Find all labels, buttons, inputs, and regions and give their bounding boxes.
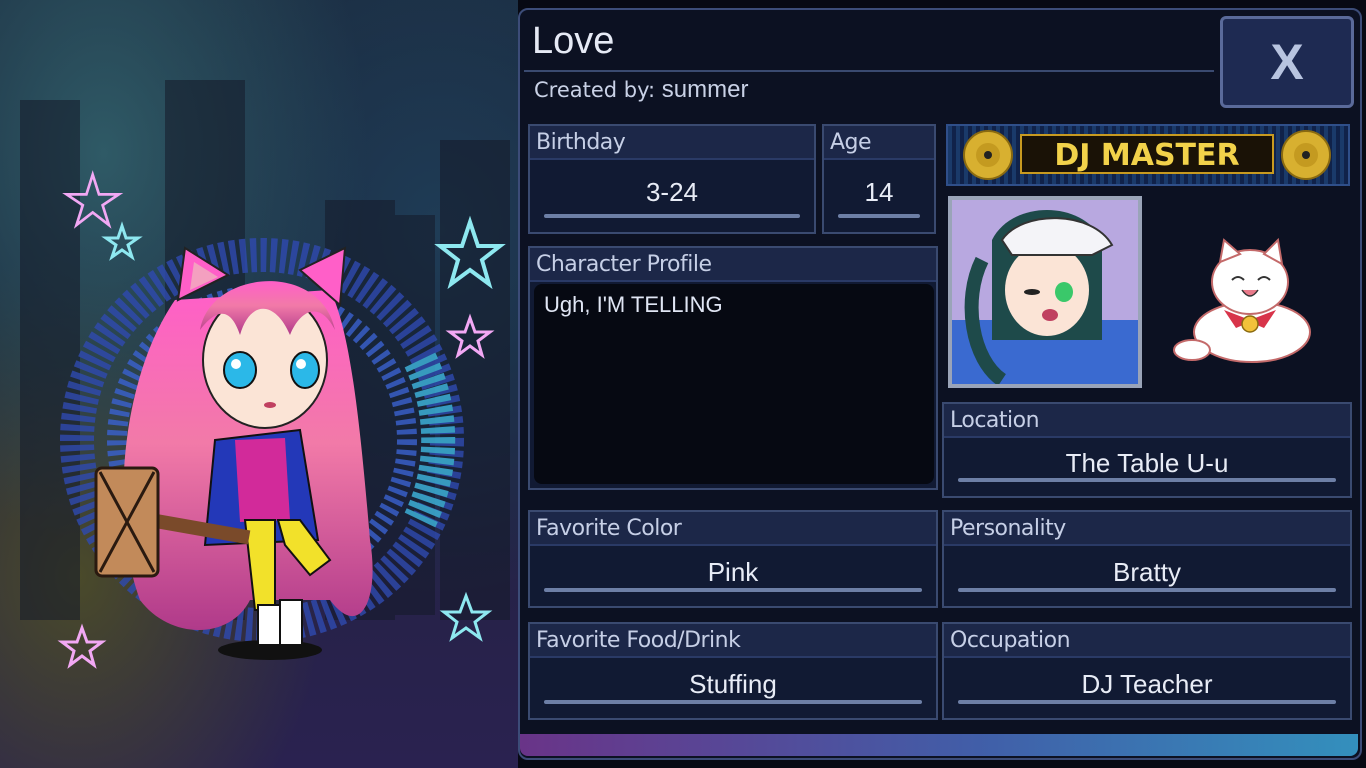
location-field[interactable]: Location The Table U-u bbox=[942, 402, 1352, 498]
favorite-color-label: Favorite Color bbox=[530, 512, 936, 546]
age-underline bbox=[838, 214, 920, 218]
favorite-food-underline bbox=[544, 700, 922, 704]
created-by-label: Created by: bbox=[534, 78, 656, 102]
star-icon bbox=[57, 623, 107, 669]
star-icon bbox=[434, 215, 506, 290]
panel-footer-bar bbox=[520, 734, 1358, 756]
age-value: 14 bbox=[864, 176, 894, 207]
character-portrait bbox=[948, 196, 1142, 388]
occupation-label: Occupation bbox=[944, 624, 1350, 658]
star-icon bbox=[62, 170, 124, 229]
title-underline bbox=[524, 70, 1214, 72]
star-icon bbox=[101, 221, 143, 261]
favorite-food-label: Favorite Food/Drink bbox=[530, 624, 936, 658]
close-icon: X bbox=[1270, 34, 1304, 90]
character-scene bbox=[0, 0, 518, 768]
created-by-value: summer bbox=[661, 76, 749, 103]
cat-mascot-icon bbox=[1173, 237, 1311, 363]
character-profile-label: Character Profile bbox=[530, 248, 936, 282]
birthday-field[interactable]: Birthday 3-24 bbox=[528, 124, 816, 234]
star-icon bbox=[439, 591, 493, 642]
location-underline bbox=[958, 478, 1336, 482]
favorite-food-field[interactable]: Favorite Food/Drink Stuffing bbox=[528, 622, 938, 720]
vinyl-record-icon bbox=[1281, 130, 1331, 180]
character-profile-text[interactable]: Ugh, I'M TELLING bbox=[534, 284, 934, 484]
personality-underline bbox=[958, 588, 1336, 592]
dj-master-text: DJ MASTER bbox=[1020, 134, 1274, 174]
birthday-label: Birthday bbox=[530, 126, 814, 160]
dj-master-badge: DJ MASTER bbox=[946, 124, 1350, 186]
age-label: Age bbox=[824, 126, 934, 160]
personality-field[interactable]: Personality Bratty bbox=[942, 510, 1352, 608]
location-label: Location bbox=[944, 404, 1350, 438]
star-icon bbox=[445, 313, 495, 359]
occupation-underline bbox=[958, 700, 1336, 704]
personality-label: Personality bbox=[944, 512, 1350, 546]
character-name: Love bbox=[532, 20, 615, 62]
close-button[interactable]: X bbox=[1220, 16, 1354, 108]
favorite-color-field[interactable]: Favorite Color Pink bbox=[528, 510, 938, 608]
created-by: Created by: summer bbox=[534, 76, 748, 104]
birthday-value: 3-24 bbox=[645, 176, 699, 207]
vinyl-record-icon bbox=[963, 130, 1013, 180]
birthday-underline bbox=[544, 214, 800, 218]
character-illustration bbox=[57, 170, 506, 669]
age-field[interactable]: Age 14 bbox=[822, 124, 936, 234]
occupation-field[interactable]: Occupation DJ Teacher bbox=[942, 622, 1352, 720]
favorite-color-underline bbox=[544, 588, 922, 592]
